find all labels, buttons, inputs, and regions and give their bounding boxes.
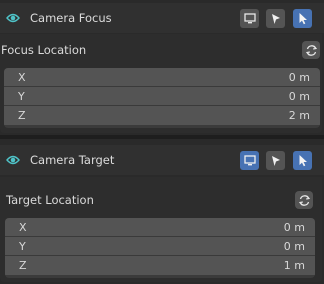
pointer-select-icon <box>299 13 307 25</box>
vector-field-z[interactable]: Z 1 m <box>5 256 315 275</box>
display-toggle-button[interactable] <box>240 9 259 28</box>
axis-value: 1 m <box>283 259 305 272</box>
camera-target-panel: Camera Target Target Location X 0 m Y 0 … <box>0 140 324 284</box>
axis-label: Z <box>19 259 27 272</box>
camera-focus-header[interactable]: Camera Focus <box>0 3 324 33</box>
axis-label: Y <box>18 90 25 103</box>
axis-label: X <box>18 71 26 84</box>
focus-location-vector: X 0 m Y 0 m Z 2 m <box>4 68 320 128</box>
section-label: Focus Location <box>1 43 87 57</box>
axis-label: Y <box>19 240 26 253</box>
cursor-button[interactable] <box>266 151 285 170</box>
pointer-select-button[interactable] <box>293 9 312 28</box>
reset-location-button[interactable] <box>295 191 313 209</box>
vector-field-z[interactable]: Z 2 m <box>4 106 320 125</box>
display-icon <box>243 155 256 166</box>
eye-icon <box>6 13 20 23</box>
vector-field-x[interactable]: X 0 m <box>4 68 320 87</box>
axis-value: 2 m <box>288 109 310 122</box>
panel-title: Camera Target <box>30 153 115 167</box>
camera-focus-panel: Camera Focus Focus Location X 0 m Y 0 m … <box>0 0 324 133</box>
refresh-icon <box>305 44 317 56</box>
eye-icon <box>6 155 20 165</box>
pointer-select-button[interactable] <box>293 151 312 170</box>
display-toggle-button[interactable] <box>240 151 259 170</box>
vector-field-y[interactable]: Y 0 m <box>4 87 320 106</box>
panel-title: Camera Focus <box>30 11 112 25</box>
pointer-select-icon <box>299 155 307 167</box>
cursor-button[interactable] <box>266 9 285 28</box>
vector-field-x[interactable]: X 0 m <box>5 218 315 237</box>
axis-label: X <box>19 221 27 234</box>
cursor-arrow-icon <box>272 13 280 24</box>
cursor-arrow-icon <box>272 155 280 166</box>
camera-target-header[interactable]: Camera Target <box>0 145 324 175</box>
panel-divider <box>0 135 324 139</box>
axis-value: 0 m <box>283 221 305 234</box>
axis-label: Z <box>18 109 26 122</box>
section-label: Target Location <box>6 193 94 207</box>
refresh-icon <box>298 194 310 206</box>
axis-value: 0 m <box>288 90 310 103</box>
reset-location-button[interactable] <box>302 41 320 59</box>
target-location-vector: X 0 m Y 0 m Z 1 m <box>5 218 315 278</box>
axis-value: 0 m <box>288 71 310 84</box>
display-icon <box>243 13 256 24</box>
vector-field-y[interactable]: Y 0 m <box>5 237 315 256</box>
axis-value: 0 m <box>283 240 305 253</box>
properties-editor: Camera Focus Focus Location X 0 m Y 0 m … <box>0 0 324 284</box>
